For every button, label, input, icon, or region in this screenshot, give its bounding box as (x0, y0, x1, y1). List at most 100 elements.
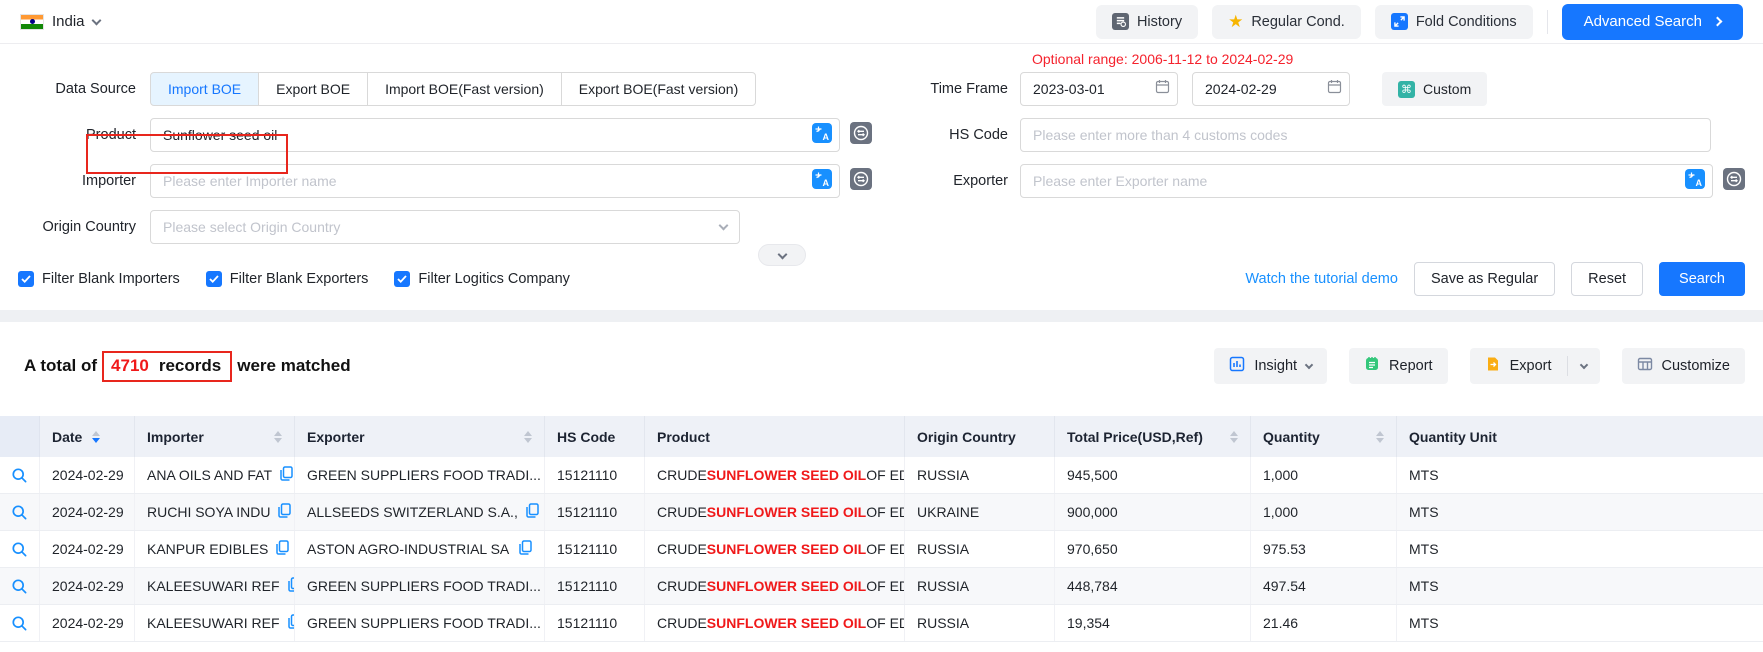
product-input[interactable] (150, 118, 840, 152)
match-mode-icon[interactable] (1723, 168, 1745, 195)
copy-icon[interactable] (276, 540, 289, 558)
cell-quantity: 975.53 (1251, 531, 1397, 567)
tab-export-boe-fast[interactable]: Export BOE(Fast version) (561, 72, 757, 106)
copy-icon[interactable] (278, 503, 291, 521)
exporter-name[interactable]: ALLSEEDS SWITZERLAND S.A., (307, 504, 518, 520)
advanced-search-label: Advanced Search (1584, 13, 1702, 30)
fold-conditions-button[interactable]: Fold Conditions (1375, 5, 1533, 39)
export-button[interactable]: Export (1470, 348, 1567, 384)
match-mode-icon[interactable] (850, 168, 872, 195)
cell-date: 2024-02-29 (40, 457, 135, 493)
magnifier-icon (11, 615, 28, 632)
translate-icon[interactable]: A (1685, 169, 1705, 194)
header-label: Total Price(USD,Ref) (1067, 429, 1203, 445)
customize-button[interactable]: Customize (1622, 348, 1746, 384)
header-exporter[interactable]: Exporter (295, 416, 545, 457)
filter-logitics-company-checkbox[interactable]: Filter Logitics Company (394, 271, 570, 287)
exporter-name[interactable]: GREEN SUPPLIERS FOOD TRADI... (307, 615, 541, 631)
header-product: Product (645, 416, 905, 457)
importer-name[interactable]: RUCHI SOYA INDU (147, 504, 270, 520)
origin-country-select[interactable]: Please select Origin Country (150, 210, 740, 244)
sort-icons[interactable] (274, 431, 282, 443)
product-label: Product (0, 127, 150, 143)
chevron-down-icon (91, 15, 101, 25)
exporter-name[interactable]: GREEN SUPPLIERS FOOD TRADI... (307, 467, 541, 483)
copy-icon[interactable] (526, 503, 539, 521)
cell-exporter: GREEN SUPPLIERS FOOD TRADI... (295, 568, 545, 604)
header-hs-code: HS Code (545, 416, 645, 457)
regular-cond-button[interactable]: ★ Regular Cond. (1212, 5, 1361, 39)
copy-icon[interactable] (280, 466, 293, 484)
cell-origin-country: RUSSIA (905, 568, 1055, 604)
fold-conditions-label: Fold Conditions (1416, 14, 1517, 30)
importer-input[interactable] (150, 164, 840, 198)
header-total-price[interactable]: Total Price(USD,Ref) (1055, 416, 1251, 457)
export-dropdown-button[interactable] (1568, 348, 1600, 384)
sort-icons[interactable] (524, 431, 532, 443)
history-button[interactable]: History (1096, 5, 1198, 39)
cell-quantity-unit: MTS (1397, 494, 1763, 530)
results-panel: A total of 4710 records were matched Ins… (0, 322, 1763, 642)
header-label: Exporter (307, 429, 365, 445)
importer-name[interactable]: ANA OILS AND FAT (147, 467, 272, 483)
header-label: Origin Country (917, 429, 1016, 445)
cell-product: CRUDE SUNFLOWER SEED OIL OF ED (645, 457, 905, 493)
header-date[interactable]: Date (40, 416, 135, 457)
importer-name[interactable]: KANPUR EDIBLES (147, 541, 268, 557)
custom-range-button[interactable]: ⌘ Custom (1382, 72, 1487, 106)
filter-blank-importers-checkbox[interactable]: Filter Blank Importers (18, 271, 180, 287)
svg-text:A: A (1696, 178, 1703, 188)
cell-quantity: 1,000 (1251, 457, 1397, 493)
exporter-name[interactable]: GREEN SUPPLIERS FOOD TRADI... (307, 578, 541, 594)
exporter-input[interactable] (1020, 164, 1713, 198)
cell-exporter: ALLSEEDS SWITZERLAND S.A., (295, 494, 545, 530)
row-detail-button[interactable] (0, 494, 40, 530)
row-detail-button[interactable] (0, 531, 40, 567)
row-detail-button[interactable] (0, 605, 40, 641)
highlighted-term: SUNFLOWER SEED OIL (707, 541, 866, 557)
filter-blank-exporters-checkbox[interactable]: Filter Blank Exporters (206, 271, 369, 287)
table-row: 2024-02-29 KALEESUWARI REF GREEN SUPPLIE… (0, 568, 1763, 605)
optional-range-text: Optional range: 2006-11-12 to 2024-02-29 (1032, 51, 1293, 67)
cell-origin-country: RUSSIA (905, 531, 1055, 567)
match-mode-icon[interactable] (850, 122, 872, 149)
header-label: HS Code (557, 429, 615, 445)
row-detail-button[interactable] (0, 568, 40, 604)
copy-icon[interactable] (288, 614, 295, 632)
total-count: 4710 (111, 356, 149, 376)
origin-country-label: Origin Country (0, 219, 150, 235)
sort-icons[interactable] (92, 431, 100, 443)
star-icon: ★ (1228, 13, 1243, 30)
translate-icon[interactable]: A (812, 123, 832, 148)
header-quantity[interactable]: Quantity (1251, 416, 1397, 457)
advanced-search-button[interactable]: Advanced Search (1562, 4, 1743, 40)
report-button[interactable]: Report (1349, 348, 1448, 384)
header-importer[interactable]: Importer (135, 416, 295, 457)
reset-button[interactable]: Reset (1571, 262, 1643, 296)
search-button[interactable]: Search (1659, 262, 1745, 296)
collapse-conditions-toggle[interactable] (758, 244, 806, 266)
row-detail-button[interactable] (0, 457, 40, 493)
copy-icon[interactable] (288, 577, 295, 595)
importer-name[interactable]: KALEESUWARI REF (147, 578, 280, 594)
exporter-name[interactable]: ASTON AGRO-INDUSTRIAL SA (307, 541, 509, 557)
translate-icon[interactable]: A (812, 169, 832, 194)
importer-name[interactable]: KALEESUWARI REF (147, 615, 280, 631)
insight-button[interactable]: Insight (1214, 348, 1327, 384)
save-as-regular-button[interactable]: Save as Regular (1414, 262, 1555, 296)
copy-icon[interactable] (519, 540, 532, 558)
country-selector[interactable]: India (20, 13, 100, 30)
magnifier-icon (11, 504, 28, 521)
sort-icons[interactable] (1230, 431, 1238, 443)
customize-label: Customize (1662, 358, 1731, 374)
tab-export-boe[interactable]: Export BOE (258, 72, 368, 106)
export-icon (1485, 356, 1501, 376)
tab-import-boe-fast[interactable]: Import BOE(Fast version) (367, 72, 562, 106)
hs-code-input[interactable] (1020, 118, 1711, 152)
report-icon (1364, 356, 1380, 376)
tutorial-demo-link[interactable]: Watch the tutorial demo (1245, 271, 1398, 287)
tab-import-boe[interactable]: Import BOE (150, 72, 259, 106)
data-source-tabs: Import BOE Export BOE Import BOE(Fast ve… (150, 72, 756, 106)
sort-icons[interactable] (1376, 431, 1384, 443)
chevron-down-icon (777, 249, 787, 259)
